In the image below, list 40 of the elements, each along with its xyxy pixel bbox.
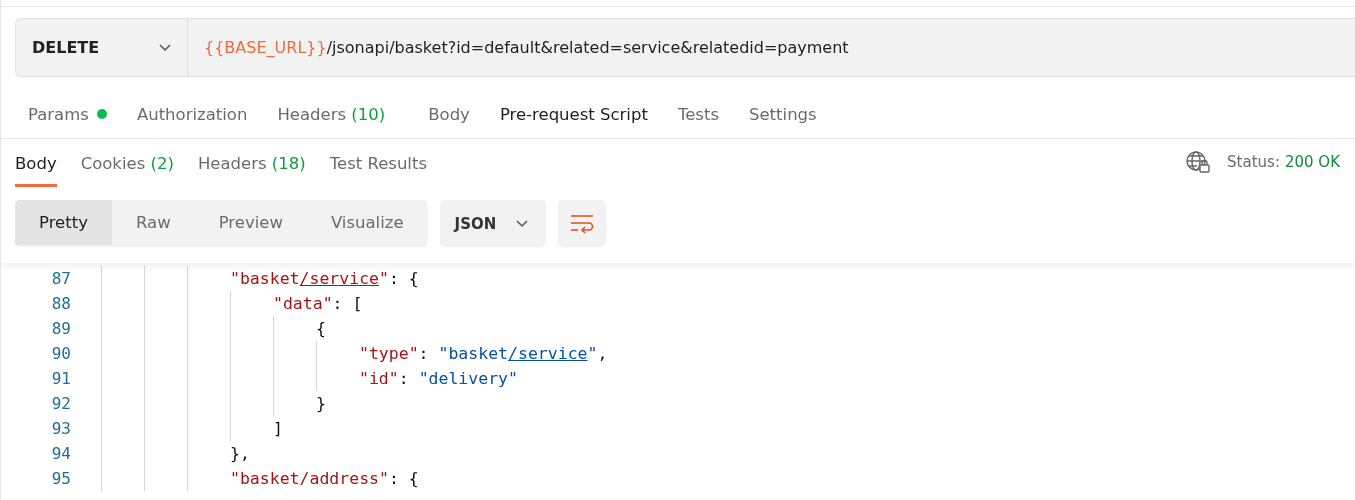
code-line: { xyxy=(316,319,326,338)
wrap-lines-button[interactable] xyxy=(558,200,607,247)
line-number: 88 xyxy=(50,294,71,313)
line-number: 89 xyxy=(50,319,71,338)
code-line: ] xyxy=(273,419,283,438)
response-tab[interactable]: Headers (18) xyxy=(197,139,306,187)
view-mode-tab[interactable]: Raw xyxy=(111,200,195,245)
line-number: 93 xyxy=(50,419,71,438)
code-line: "basket/address": { xyxy=(230,469,419,488)
line-number: 94 xyxy=(50,444,71,463)
code-line: } xyxy=(316,394,326,413)
request-tab[interactable]: Authorization xyxy=(121,104,263,124)
status-code: 200 OK xyxy=(1284,153,1340,171)
code-line: "basket/service": { xyxy=(230,269,419,288)
line-number: 95 xyxy=(50,469,71,488)
status-label: Status: xyxy=(1227,153,1280,171)
response-tab[interactable]: Body xyxy=(15,139,57,187)
chevron-down-icon xyxy=(516,219,529,228)
code-line: "id": "delivery" xyxy=(359,369,518,388)
request-tab[interactable]: Settings xyxy=(734,104,832,124)
line-number: 91 xyxy=(50,369,71,388)
request-tab[interactable]: Headers (10) xyxy=(262,104,401,124)
wrap-lines-icon xyxy=(570,212,595,235)
code-line: "type": "basket/service", xyxy=(359,344,608,363)
line-number: 90 xyxy=(50,344,71,363)
code-line: }, xyxy=(230,444,250,463)
format-dropdown[interactable]: JSON xyxy=(439,200,547,247)
view-mode-tab[interactable]: Preview xyxy=(194,200,307,245)
request-tab[interactable]: Body xyxy=(400,104,485,124)
code-line: "data": [ xyxy=(273,294,363,313)
line-number: 87 xyxy=(50,269,71,288)
globe-lock-icon[interactable] xyxy=(1185,150,1212,174)
view-mode-tab[interactable]: Pretty xyxy=(15,200,112,245)
response-tab[interactable]: Cookies (2) xyxy=(80,139,174,187)
request-tab[interactable]: Pre-request Script xyxy=(484,104,663,124)
request-tab[interactable]: Tests xyxy=(662,104,734,124)
request-tab[interactable]: Params xyxy=(13,104,122,124)
response-tab[interactable]: Test Results xyxy=(329,139,428,187)
view-mode-tab[interactable]: Visualize xyxy=(306,200,428,245)
line-number: 92 xyxy=(50,394,71,413)
